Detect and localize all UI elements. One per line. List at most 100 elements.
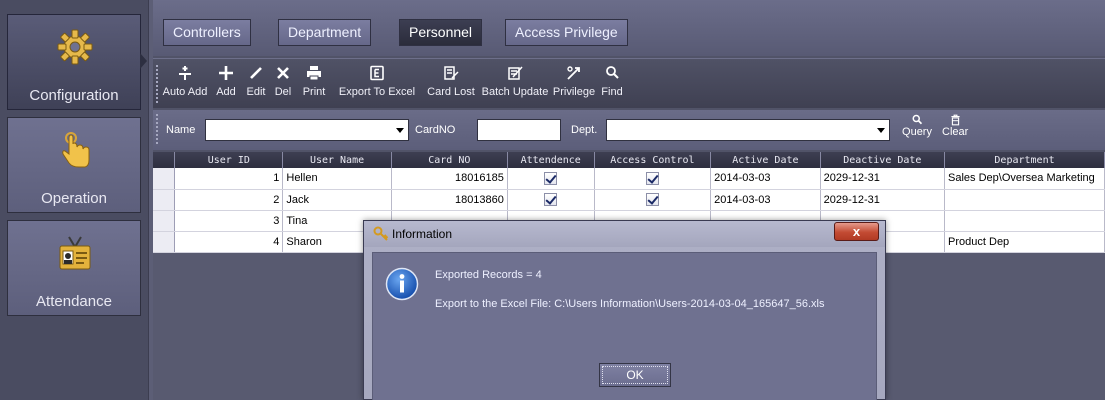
print-button[interactable]: Print [299, 61, 329, 107]
nav-operation[interactable]: Operation [7, 117, 141, 213]
add-label: Add [216, 86, 236, 98]
chevron-down-icon[interactable] [396, 128, 404, 133]
edit-label: Edit [246, 86, 266, 98]
sidebar: Configuration Operation Attendance [0, 0, 148, 400]
cell-deactive-date[interactable]: 2029-12-31 [820, 189, 946, 211]
cell-user-id[interactable]: 3 [174, 210, 284, 232]
row-selector[interactable] [153, 168, 176, 190]
auto-add-button[interactable]: Auto Add [161, 61, 209, 107]
cell-department[interactable]: Sales Dep\Oversea Marketing [944, 168, 1105, 190]
access-control-checkbox[interactable] [645, 171, 659, 185]
attendence-checkbox[interactable] [544, 193, 558, 206]
cell-department[interactable]: Product Dep [944, 231, 1105, 253]
card-lost-icon [444, 66, 459, 80]
dialog-title: Information [392, 227, 453, 241]
tab-bar: Controllers Department Personnel Access … [153, 0, 1105, 56]
cell-user-name[interactable]: Jack [282, 189, 392, 211]
card-lost-button[interactable]: Card Lost [424, 61, 478, 107]
name-label: Name [166, 124, 196, 136]
cell-active-date[interactable]: 2014-03-03 [710, 168, 821, 190]
cell-department[interactable] [944, 210, 1105, 232]
privilege-button[interactable]: Privilege [551, 61, 597, 107]
delete-label: Del [274, 86, 292, 98]
access-control-checkbox[interactable] [645, 193, 659, 206]
find-label: Find [601, 86, 623, 98]
batch-update-icon [508, 66, 523, 80]
plus-icon [219, 66, 233, 80]
column-header-deactive-date[interactable]: Deactive Date [820, 152, 946, 168]
cell-user-id[interactable]: 4 [174, 231, 284, 253]
row-selector[interactable] [153, 231, 176, 253]
cell-user-id[interactable]: 1 [174, 168, 284, 190]
cell-card-no[interactable]: 18016185 [391, 168, 508, 190]
card-lost-label: Card Lost [427, 86, 475, 98]
clear-button[interactable]: Clear [942, 114, 968, 138]
search-icon [912, 114, 923, 125]
dialog-message-records: Exported Records = 4 [435, 269, 542, 281]
find-button[interactable]: Find [599, 61, 625, 107]
cell-user-id[interactable]: 2 [174, 189, 284, 211]
filter-bar: Name CardNO Dept. Query Clear [153, 110, 1105, 150]
column-header-card-no[interactable]: Card NO [391, 152, 508, 168]
cell-department[interactable] [944, 189, 1105, 211]
privilege-icon [567, 66, 580, 80]
column-header-access-control[interactable]: Access Control [594, 152, 712, 168]
row-header-corner[interactable] [153, 152, 176, 168]
tab-department[interactable]: Department [278, 19, 372, 46]
ok-button[interactable]: OK [599, 363, 671, 387]
nav-configuration[interactable]: Configuration [7, 14, 147, 110]
column-header-department[interactable]: Department [944, 152, 1105, 168]
print-label: Print [302, 86, 326, 98]
add-button[interactable]: Add [213, 61, 239, 107]
delete-button[interactable]: Del [271, 61, 295, 107]
dialog-message-file: Export to the Excel File: C:\Users Infor… [435, 298, 825, 310]
batch-update-button[interactable]: Batch Update [481, 61, 549, 107]
cell-user-name[interactable]: Hellen [282, 168, 392, 190]
row-selector[interactable] [153, 210, 176, 232]
cell-card-no[interactable]: 18013860 [391, 189, 508, 211]
id-card-icon [59, 236, 91, 270]
column-header-attendence[interactable]: Attendence [507, 152, 595, 168]
printer-icon [307, 66, 321, 81]
dept-combobox[interactable] [606, 119, 890, 141]
cell-attendence[interactable] [507, 168, 595, 190]
table-row[interactable]: 1 Hellen 18016185 2014-03-03 2029-12-31 … [153, 168, 1105, 190]
trash-icon [950, 114, 960, 126]
close-icon: x [852, 224, 861, 239]
edit-button[interactable]: Edit [244, 61, 268, 107]
toolbar-grip[interactable] [156, 65, 158, 103]
cardno-label: CardNO [415, 124, 456, 136]
grid-header-row: User ID User Name Card NO Attendence Acc… [153, 152, 1105, 168]
privilege-label: Privilege [552, 86, 596, 98]
close-button[interactable]: x [834, 222, 879, 241]
column-header-user-name[interactable]: User Name [282, 152, 392, 168]
attendence-checkbox[interactable] [544, 171, 558, 185]
dialog-title-bar[interactable]: Information x [364, 221, 885, 247]
cardno-input[interactable] [477, 119, 561, 141]
query-button[interactable]: Query [897, 114, 937, 138]
auto-add-icon [179, 66, 191, 80]
x-icon [277, 67, 289, 79]
dialog-body: Exported Records = 4 Export to the Excel… [372, 252, 877, 400]
filter-grip[interactable] [156, 114, 158, 146]
cell-attendence[interactable] [507, 189, 595, 211]
cell-access-control[interactable] [594, 168, 712, 190]
export-to-excel-button[interactable]: Export To Excel [333, 61, 421, 107]
export-to-excel-label: Export To Excel [338, 86, 416, 98]
column-header-user-id[interactable]: User ID [174, 152, 284, 168]
nav-attendance[interactable]: Attendance [7, 220, 141, 316]
search-icon [606, 66, 619, 79]
chevron-down-icon[interactable] [877, 128, 885, 133]
toolbar: Auto Add Add Edit Del Print Export To Ex… [153, 58, 1105, 108]
cell-deactive-date[interactable]: 2029-12-31 [820, 168, 946, 190]
table-row[interactable]: 2 Jack 18013860 2014-03-03 2029-12-31 [153, 189, 1105, 211]
tab-personnel[interactable]: Personnel [399, 19, 483, 46]
column-header-active-date[interactable]: Active Date [710, 152, 821, 168]
cell-active-date[interactable]: 2014-03-03 [710, 189, 821, 211]
row-selector[interactable] [153, 189, 176, 211]
dept-label: Dept. [571, 124, 598, 136]
tab-access-privilege[interactable]: Access Privilege [505, 19, 628, 46]
tab-controllers[interactable]: Controllers [163, 19, 251, 46]
cell-access-control[interactable] [594, 189, 712, 211]
name-combobox[interactable] [205, 119, 409, 141]
